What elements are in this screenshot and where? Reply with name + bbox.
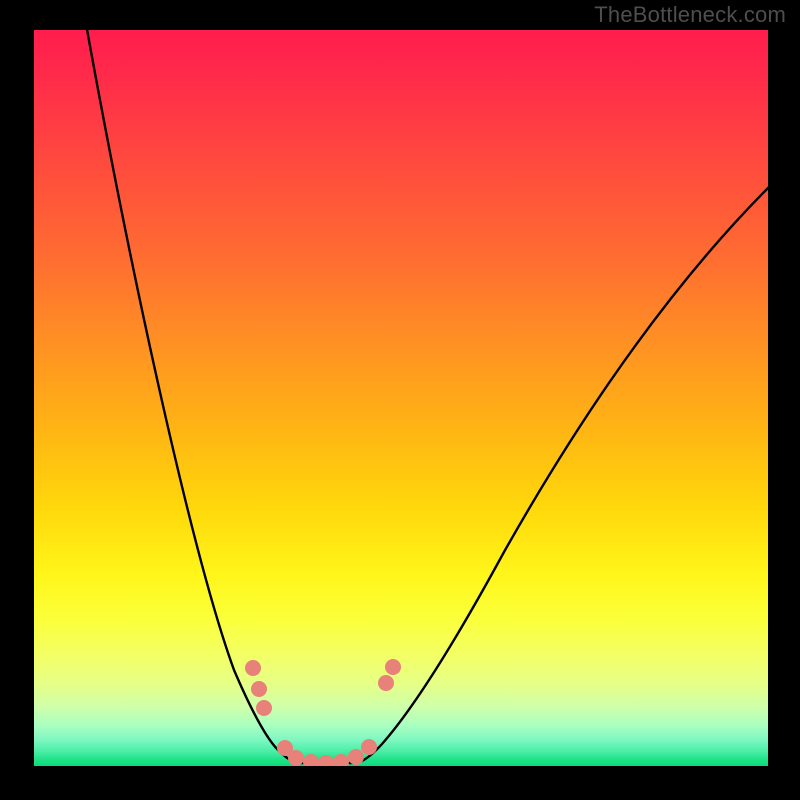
data-point bbox=[245, 660, 261, 676]
data-point bbox=[333, 754, 349, 766]
watermark-text: TheBottleneck.com bbox=[594, 2, 786, 28]
data-point bbox=[303, 754, 319, 766]
data-point bbox=[348, 749, 364, 765]
left-curve bbox=[86, 30, 329, 763]
data-point bbox=[378, 675, 394, 691]
right-curve bbox=[329, 186, 768, 763]
data-point bbox=[385, 659, 401, 675]
plot-area bbox=[34, 30, 768, 766]
data-point bbox=[361, 739, 377, 755]
data-point bbox=[318, 755, 334, 766]
data-point bbox=[251, 681, 267, 697]
data-point bbox=[256, 700, 272, 716]
data-point bbox=[288, 750, 304, 766]
curve-layer bbox=[34, 30, 768, 766]
chart-frame: TheBottleneck.com bbox=[0, 0, 800, 800]
